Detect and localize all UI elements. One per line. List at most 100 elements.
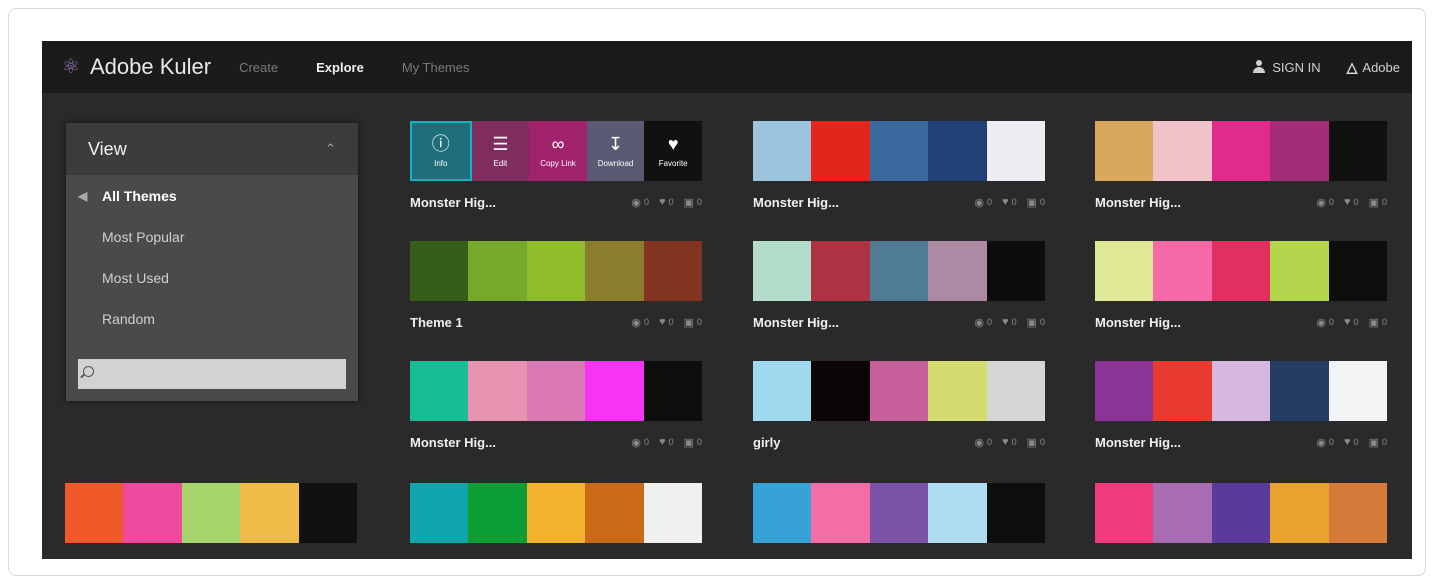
color-swatch[interactable] bbox=[526, 241, 586, 301]
color-swatch[interactable] bbox=[1270, 241, 1329, 301]
theme-card[interactable]: Monster Hig... ◉ 0 ♥ 0 ▣ 0 bbox=[753, 241, 1046, 343]
color-swatch[interactable] bbox=[526, 361, 586, 421]
color-swatch[interactable] bbox=[585, 241, 644, 301]
color-swatch[interactable] bbox=[181, 483, 241, 543]
color-swatch[interactable] bbox=[753, 483, 812, 543]
color-swatch[interactable] bbox=[1211, 241, 1271, 301]
color-swatch[interactable] bbox=[753, 241, 812, 301]
theme-title[interactable]: Monster Hig... bbox=[1095, 315, 1181, 330]
theme-title[interactable]: Monster Hig... bbox=[753, 315, 839, 330]
color-swatch[interactable] bbox=[928, 241, 987, 301]
color-swatch[interactable] bbox=[1095, 241, 1154, 301]
edit-button[interactable]: ☰ Edit bbox=[471, 121, 530, 181]
color-swatch[interactable] bbox=[410, 361, 469, 421]
theme-swatches[interactable] bbox=[1095, 361, 1388, 421]
color-swatch[interactable] bbox=[123, 483, 182, 543]
color-swatch[interactable] bbox=[928, 483, 987, 543]
color-swatch[interactable] bbox=[869, 361, 929, 421]
color-swatch[interactable] bbox=[1328, 121, 1388, 181]
color-swatch[interactable] bbox=[1153, 241, 1212, 301]
sidebar-item-all-themes[interactable]: ◀ All Themes bbox=[66, 175, 358, 216]
color-swatch[interactable] bbox=[1328, 241, 1388, 301]
color-swatch[interactable] bbox=[811, 121, 870, 181]
download-button[interactable]: ↧ Download bbox=[586, 121, 645, 181]
theme-card[interactable] bbox=[1095, 483, 1388, 543]
color-swatch[interactable] bbox=[1095, 121, 1154, 181]
color-swatch[interactable] bbox=[468, 361, 527, 421]
color-swatch[interactable] bbox=[643, 361, 703, 421]
theme-card[interactable]: ⓘ Info ☰ Edit ∞ Copy Link ↧ Download ♥ F… bbox=[410, 121, 702, 223]
adobe-link[interactable]: △ Adobe bbox=[1347, 59, 1400, 76]
color-swatch[interactable] bbox=[1328, 483, 1388, 543]
theme-card[interactable]: Monster Hig... ◉ 0 ♥ 0 ▣ 0 bbox=[1095, 241, 1388, 343]
color-swatch[interactable] bbox=[1211, 483, 1271, 543]
theme-card[interactable] bbox=[65, 483, 358, 543]
theme-swatches[interactable] bbox=[753, 241, 1046, 301]
nav-my-themes[interactable]: My Themes bbox=[402, 60, 470, 75]
theme-card[interactable] bbox=[410, 483, 703, 543]
color-swatch[interactable] bbox=[468, 483, 527, 543]
theme-swatches[interactable] bbox=[753, 483, 1046, 543]
sidebar-item-most-used[interactable]: Most Used bbox=[66, 257, 358, 298]
color-swatch[interactable] bbox=[585, 361, 644, 421]
color-swatch[interactable] bbox=[1153, 121, 1212, 181]
color-swatch[interactable] bbox=[468, 241, 527, 301]
color-swatch[interactable] bbox=[1211, 121, 1271, 181]
theme-card[interactable]: Monster Hig... ◉ 0 ♥ 0 ▣ 0 bbox=[1095, 121, 1388, 223]
color-swatch[interactable] bbox=[1095, 483, 1154, 543]
color-swatch[interactable] bbox=[65, 483, 124, 543]
view-panel-header[interactable]: View ⌃ bbox=[66, 123, 358, 175]
nav-create[interactable]: Create bbox=[239, 60, 278, 75]
theme-title[interactable]: Monster Hig... bbox=[410, 435, 496, 450]
color-swatch[interactable] bbox=[1270, 121, 1329, 181]
color-swatch[interactable] bbox=[298, 483, 358, 543]
color-swatch[interactable] bbox=[585, 483, 644, 543]
color-swatch[interactable] bbox=[1328, 361, 1388, 421]
color-swatch[interactable] bbox=[811, 361, 870, 421]
color-swatch[interactable] bbox=[753, 361, 812, 421]
theme-title[interactable]: Monster Hig... bbox=[753, 195, 839, 210]
color-swatch[interactable] bbox=[986, 241, 1046, 301]
sidebar-item-random[interactable]: Random bbox=[66, 298, 358, 339]
theme-swatches[interactable] bbox=[1095, 241, 1388, 301]
color-swatch[interactable] bbox=[1270, 483, 1329, 543]
color-swatch[interactable] bbox=[1095, 361, 1154, 421]
color-swatch[interactable] bbox=[753, 121, 812, 181]
chevron-up-icon[interactable]: ⌃ bbox=[325, 141, 336, 157]
color-swatch[interactable] bbox=[928, 361, 987, 421]
color-swatch[interactable] bbox=[869, 121, 929, 181]
color-swatch[interactable] bbox=[240, 483, 299, 543]
theme-title[interactable]: Monster Hig... bbox=[1095, 195, 1181, 210]
theme-swatches[interactable] bbox=[410, 361, 703, 421]
sidebar-item-most-popular[interactable]: Most Popular bbox=[66, 216, 358, 257]
color-swatch[interactable] bbox=[986, 483, 1046, 543]
copy-link-button[interactable]: ∞ Copy Link bbox=[529, 121, 587, 181]
theme-swatches[interactable] bbox=[65, 483, 358, 543]
theme-card[interactable]: Monster Hig... ◉ 0 ♥ 0 ▣ 0 bbox=[753, 121, 1046, 223]
theme-card[interactable]: Monster Hig... ◉ 0 ♥ 0 ▣ 0 bbox=[1095, 361, 1388, 463]
color-swatch[interactable] bbox=[986, 121, 1046, 181]
favorite-button[interactable]: ♥ Favorite bbox=[644, 121, 702, 181]
color-swatch[interactable] bbox=[811, 483, 870, 543]
color-swatch[interactable] bbox=[643, 483, 703, 543]
color-swatch[interactable] bbox=[869, 483, 929, 543]
app-logo[interactable]: ⚛ Adobe Kuler bbox=[60, 54, 211, 80]
color-swatch[interactable] bbox=[410, 241, 469, 301]
theme-swatches[interactable] bbox=[1095, 121, 1388, 181]
info-button[interactable]: ⓘ Info bbox=[410, 121, 472, 181]
theme-card[interactable]: Theme 1 ◉ 0 ♥ 0 ▣ 0 bbox=[410, 241, 703, 343]
color-swatch[interactable] bbox=[410, 483, 469, 543]
color-swatch[interactable] bbox=[526, 483, 586, 543]
theme-swatches[interactable]: ⓘ Info ☰ Edit ∞ Copy Link ↧ Download ♥ F… bbox=[410, 121, 702, 181]
theme-title[interactable]: girly bbox=[753, 435, 780, 450]
theme-card[interactable]: girly ◉ 0 ♥ 0 ▣ 0 bbox=[753, 361, 1046, 463]
theme-title[interactable]: Theme 1 bbox=[410, 315, 463, 330]
color-swatch[interactable] bbox=[1153, 483, 1212, 543]
theme-card[interactable] bbox=[753, 483, 1046, 543]
theme-swatches[interactable] bbox=[753, 361, 1046, 421]
color-swatch[interactable] bbox=[986, 361, 1046, 421]
color-swatch[interactable] bbox=[1211, 361, 1271, 421]
color-swatch[interactable] bbox=[643, 241, 703, 301]
color-swatch[interactable] bbox=[811, 241, 870, 301]
theme-swatches[interactable] bbox=[410, 241, 703, 301]
